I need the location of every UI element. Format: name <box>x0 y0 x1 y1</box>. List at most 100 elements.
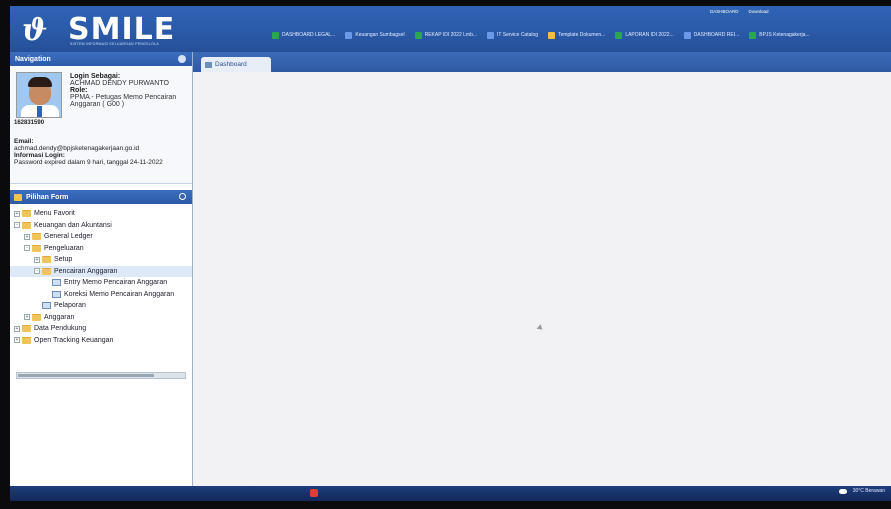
navigation-panel-header: Navigation <box>10 52 192 66</box>
collapse-icon[interactable]: - <box>14 222 20 229</box>
expand-icon[interactable]: + <box>14 210 20 217</box>
bookmark[interactable]: REKAP IDI 2022 Lmb... <box>414 31 478 39</box>
expand-icon[interactable]: + <box>14 325 20 332</box>
bookmarks-bar: DASHBOARD LEGAL... Keuangan Sumbagsel RE… <box>272 28 887 42</box>
bookmark-icon <box>683 31 691 39</box>
horizontal-scrollbar[interactable] <box>16 372 186 379</box>
bookmark-label: IT Service Catalog <box>497 32 539 38</box>
tree-item[interactable]: + Setup <box>10 254 192 266</box>
collapse-icon[interactable] <box>178 55 186 63</box>
browser-tabs: DASHBOARD Download <box>710 7 855 15</box>
tree-item[interactable]: Koreksi Memo Pencairan Anggaran <box>10 289 192 301</box>
tree-item[interactable]: - Keuangan dan Akuntansi <box>10 220 192 232</box>
bookmark[interactable]: BPJS Ketenagakerja... <box>749 31 810 39</box>
tree-item[interactable]: Entry Memo Pencairan Anggaran <box>10 277 192 289</box>
avatar <box>16 72 62 118</box>
login-info-value: Password expired dalam 9 hari, tanggal 2… <box>14 159 163 166</box>
app-window: ϑ SMILE SISTEM INFORMASI KELUARGAN PENGE… <box>10 6 891 501</box>
form-panel-header: Pilihan Form <box>10 190 192 204</box>
folder-icon <box>32 313 41 321</box>
tree-item-label: General Ledger <box>44 233 93 241</box>
folder-icon <box>22 325 31 333</box>
collapse-icon[interactable]: - <box>34 268 40 275</box>
document-icon <box>42 302 51 310</box>
sidebar: Navigation 162831590 Login Sebagai: ACHM… <box>10 52 193 492</box>
login-label: Login Sebagai: <box>70 73 121 80</box>
bookmark-icon <box>615 31 623 39</box>
bookmark[interactable]: Keuangan Sumbagsel <box>345 31 405 39</box>
document-icon <box>52 279 61 287</box>
tree-item-label: Pencairan Anggaran <box>54 267 118 275</box>
expand-icon[interactable]: + <box>34 256 40 263</box>
photo-frame: ϑ SMILE SISTEM INFORMASI KELUARGAN PENGE… <box>0 0 891 509</box>
folder-icon <box>14 193 22 201</box>
navigation-title: Navigation <box>15 55 51 63</box>
email-value: achmad.dendy@bpjsketenagakerjaan.go.id <box>14 145 140 152</box>
bookmark[interactable]: LAPORAN IDI 2022... <box>615 31 674 39</box>
folder-icon <box>22 221 31 229</box>
avatar-tie <box>37 106 42 117</box>
taskbar-app-icon[interactable] <box>310 489 318 497</box>
role-value: PPMA - Petugas Memo Pencairan Anggaran (… <box>70 94 177 108</box>
bookmark[interactable]: IT Service Catalog <box>487 31 539 39</box>
expand-icon[interactable]: + <box>24 314 30 321</box>
tree-item-label: Koreksi Memo Pencairan Anggaran <box>64 290 175 298</box>
dashboard-icon <box>205 61 212 68</box>
expand-icon[interactable]: + <box>14 337 20 344</box>
bookmark-label: Template Dokumen... <box>558 32 606 38</box>
folder-icon <box>32 244 41 252</box>
bookmark[interactable]: DASHBOARD REI... <box>683 31 740 39</box>
tree-item[interactable]: - Pengeluaran <box>10 243 192 255</box>
form-tree: + Menu Favorit - Keuangan dan Akuntansi + Gen… <box>10 204 192 346</box>
weather-icon <box>838 488 847 494</box>
bookmark-label: REKAP IDI 2022 Lmb... <box>424 32 478 38</box>
folder-icon <box>42 256 51 264</box>
tree-item[interactable]: + Open Tracking Keuangan <box>10 335 192 347</box>
tree-item-label: Pengeluaran <box>44 244 84 252</box>
search-icon[interactable] <box>179 193 186 200</box>
bookmark-icon <box>548 31 556 39</box>
bookmark-icon <box>487 31 495 39</box>
tree-item[interactable]: Pelaporan <box>10 300 192 312</box>
user-profile: 162831590 Login Sebagai: ACHMAD DENDY PU… <box>10 66 192 184</box>
email-label: Email: <box>14 138 34 145</box>
bookmark-icon <box>345 31 353 39</box>
expand-icon[interactable]: + <box>24 233 30 240</box>
tree-item-label: Keuangan dan Akuntansi <box>34 221 112 229</box>
profile-info: Login Sebagai: ACHMAD DENDY PURWANTO Rol… <box>70 73 188 108</box>
taskbar: 30°C Berawan <box>10 486 891 501</box>
bookmark-label: Keuangan Sumbagsel <box>355 32 405 38</box>
bookmark-icon <box>749 31 757 39</box>
tree-item[interactable]: - Pencairan Anggaran <box>10 265 192 277</box>
logo-subtitle: SISTEM INFORMASI KELUARGAN PENGELOLA <box>70 42 159 46</box>
avatar-hair <box>28 77 52 87</box>
bookmark-label: LAPORAN IDI 2022... <box>625 32 674 38</box>
bookmark[interactable]: DASHBOARD LEGAL... <box>272 31 335 39</box>
tree-item-label: Menu Favorit <box>34 210 75 218</box>
tree-item-label: Setup <box>54 256 73 264</box>
tree-item-label: Pelaporan <box>54 302 86 310</box>
form-panel-title: Pilihan Form <box>26 193 69 201</box>
bookmark-icon <box>272 31 279 39</box>
tree-item[interactable]: + General Ledger <box>10 231 192 243</box>
system-tray: 30°C Berawan <box>838 488 885 494</box>
folder-icon <box>22 210 31 218</box>
folder-icon <box>42 267 51 275</box>
tree-item[interactable]: + Data Pendukung <box>10 323 192 335</box>
tab-label: Dashboard <box>215 61 247 68</box>
bookmark[interactable]: Template Dokumen... <box>548 31 606 39</box>
tree-item[interactable]: + Anggaran <box>10 312 192 324</box>
app-logo: ϑ SMILE SISTEM INFORMASI KELUARGAN PENGE… <box>18 10 208 48</box>
tree-item[interactable]: + Menu Favorit <box>10 208 192 220</box>
collapse-icon[interactable]: - <box>24 245 30 252</box>
browser-tab[interactable]: DASHBOARD <box>710 9 739 14</box>
email-block: Email: achmad.dendy@bpjsketenagakerjaan.… <box>14 138 190 166</box>
scrollbar-thumb[interactable] <box>18 374 154 377</box>
folder-icon <box>32 233 41 241</box>
browser-tab[interactable]: Download <box>749 9 769 14</box>
tree-item-label: Entry Memo Pencairan Anggaran <box>64 279 168 287</box>
tree-item-label: Open Tracking Keuangan <box>34 336 114 344</box>
tab-dashboard[interactable]: Dashboard <box>201 57 271 72</box>
weather-text[interactable]: 30°C Berawan <box>853 488 885 494</box>
bookmark-label: DASHBOARD REI... <box>693 32 740 38</box>
